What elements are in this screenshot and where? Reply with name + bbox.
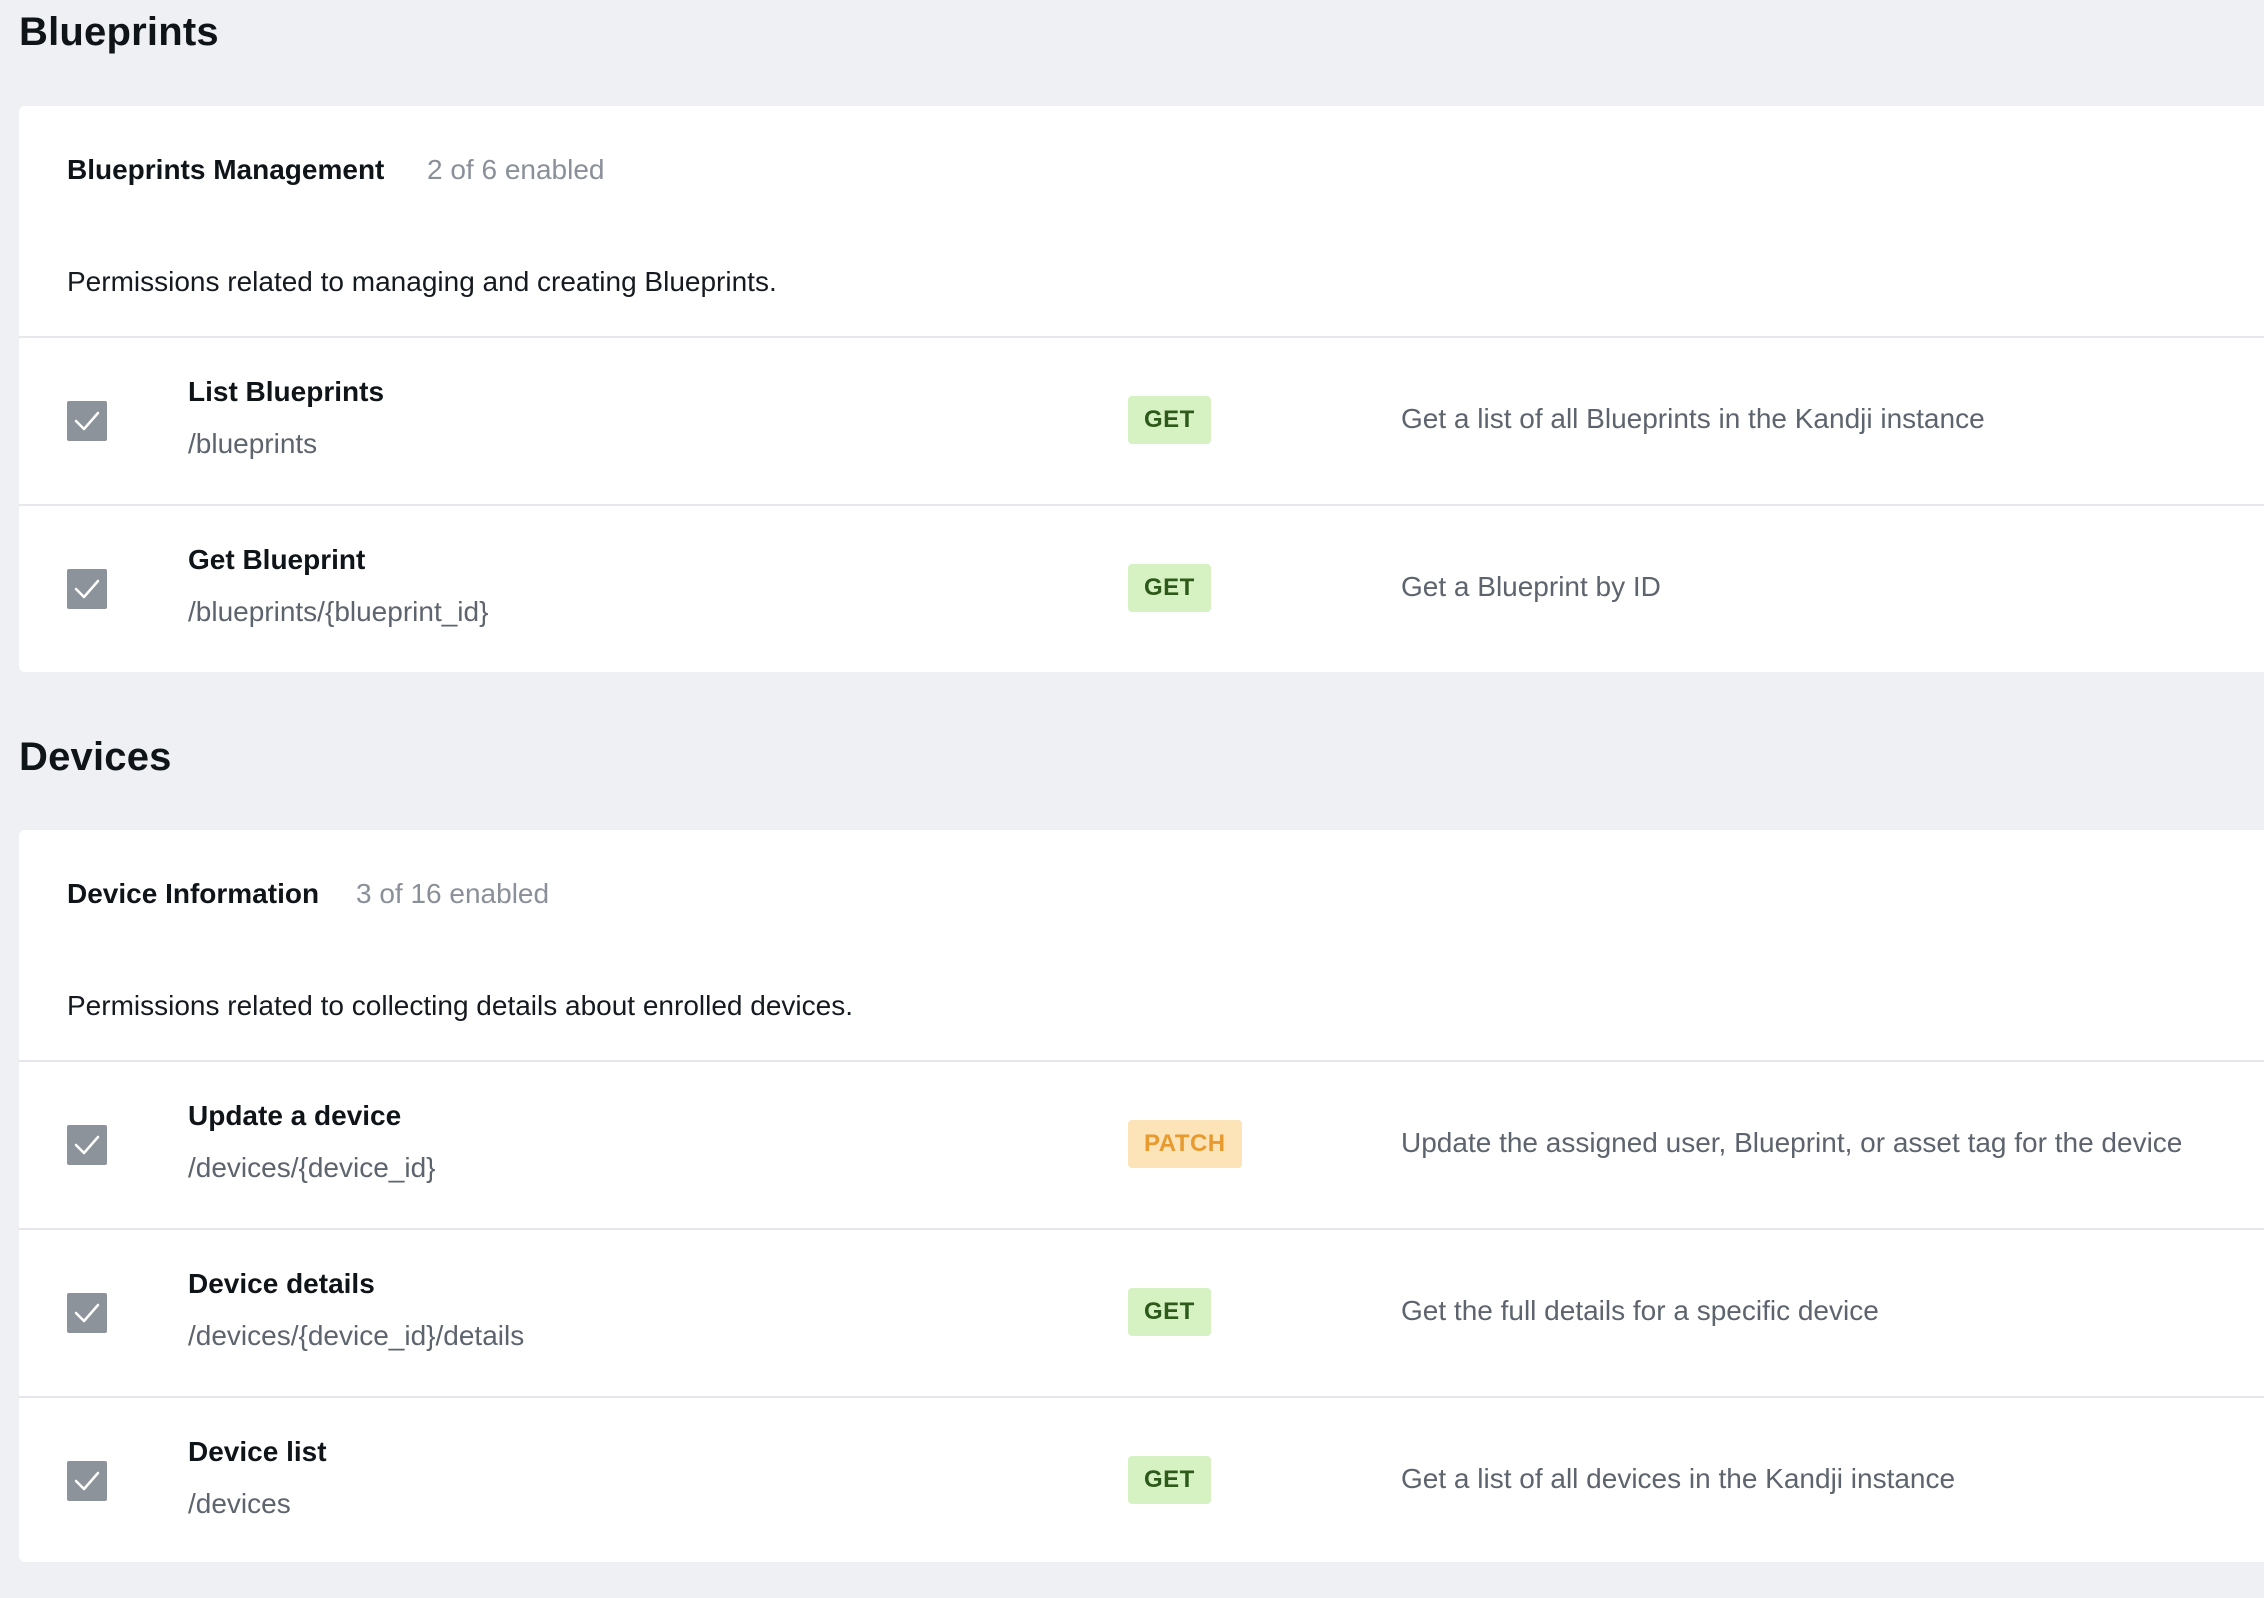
check-icon	[74, 1135, 100, 1155]
check-icon	[74, 1471, 100, 1491]
permission-description: Get a list of all devices in the Kandji …	[1401, 1463, 1956, 1494]
group-name: Device Information	[67, 878, 320, 909]
http-method-badge: GET	[1128, 396, 1211, 444]
group-enabled-count: 2 of 6 enabled	[427, 154, 605, 185]
check-icon	[74, 1303, 100, 1323]
group-enabled-count: 3 of 16 enabled	[356, 878, 550, 909]
http-method-badge: PATCH	[1128, 1120, 1242, 1168]
permission-description: Get a Blueprint by ID	[1401, 571, 1661, 602]
permission-endpoint: /devices/{device_id}	[188, 1152, 436, 1183]
permission-description: Update the assigned user, Blueprint, or …	[1401, 1127, 2183, 1158]
permission-group-blueprints-management: Blueprints Management 2 of 6 enabled Per…	[19, 106, 2264, 672]
permission-checkbox[interactable]	[67, 401, 107, 441]
section-title-blueprints: Blueprints	[19, 10, 219, 54]
permission-description: Get a list of all Blueprints in the Kand…	[1401, 403, 1985, 434]
check-icon	[74, 579, 100, 599]
permission-row-device-list: Device list /devices GET Get a list of a…	[19, 1398, 2264, 1564]
http-method-badge: GET	[1128, 564, 1211, 612]
permission-name: Get Blueprint	[188, 544, 366, 575]
permission-endpoint: /devices/{device_id}/details	[188, 1320, 525, 1351]
permission-description: Get the full details for a specific devi…	[1401, 1295, 1879, 1326]
section-title-devices: Devices	[19, 735, 172, 779]
http-method-badge: GET	[1128, 1288, 1211, 1336]
permission-checkbox[interactable]	[67, 1293, 107, 1333]
permission-checkbox[interactable]	[67, 569, 107, 609]
check-icon	[74, 411, 100, 431]
http-method-badge: GET	[1128, 1456, 1211, 1504]
permission-row-update-device: Update a device /devices/{device_id} PAT…	[19, 1062, 2264, 1230]
permission-name: List Blueprints	[188, 376, 385, 407]
permission-row-get-blueprint: Get Blueprint /blueprints/{blueprint_id}…	[19, 506, 2264, 672]
permission-name: Device list	[188, 1436, 327, 1467]
permission-row-device-details: Device details /devices/{device_id}/deta…	[19, 1230, 2264, 1398]
permission-endpoint: /blueprints/{blueprint_id}	[188, 596, 489, 627]
group-description: Permissions related to managing and crea…	[67, 266, 777, 297]
group-header: Blueprints Management 2 of 6 enabled Per…	[19, 106, 2264, 338]
group-description: Permissions related to collecting detail…	[67, 990, 853, 1021]
group-header: Device Information 3 of 16 enabled Permi…	[19, 830, 2264, 1062]
permission-endpoint: /devices	[188, 1488, 291, 1519]
permission-name: Update a device	[188, 1100, 402, 1131]
permission-name: Device details	[188, 1268, 375, 1299]
permission-endpoint: /blueprints	[188, 428, 318, 459]
permission-row-list-blueprints: List Blueprints /blueprints GET Get a li…	[19, 338, 2264, 506]
permission-group-device-information: Device Information 3 of 16 enabled Permi…	[19, 830, 2264, 1562]
permission-checkbox[interactable]	[67, 1461, 107, 1501]
group-name: Blueprints Management	[67, 154, 385, 185]
permission-checkbox[interactable]	[67, 1125, 107, 1165]
